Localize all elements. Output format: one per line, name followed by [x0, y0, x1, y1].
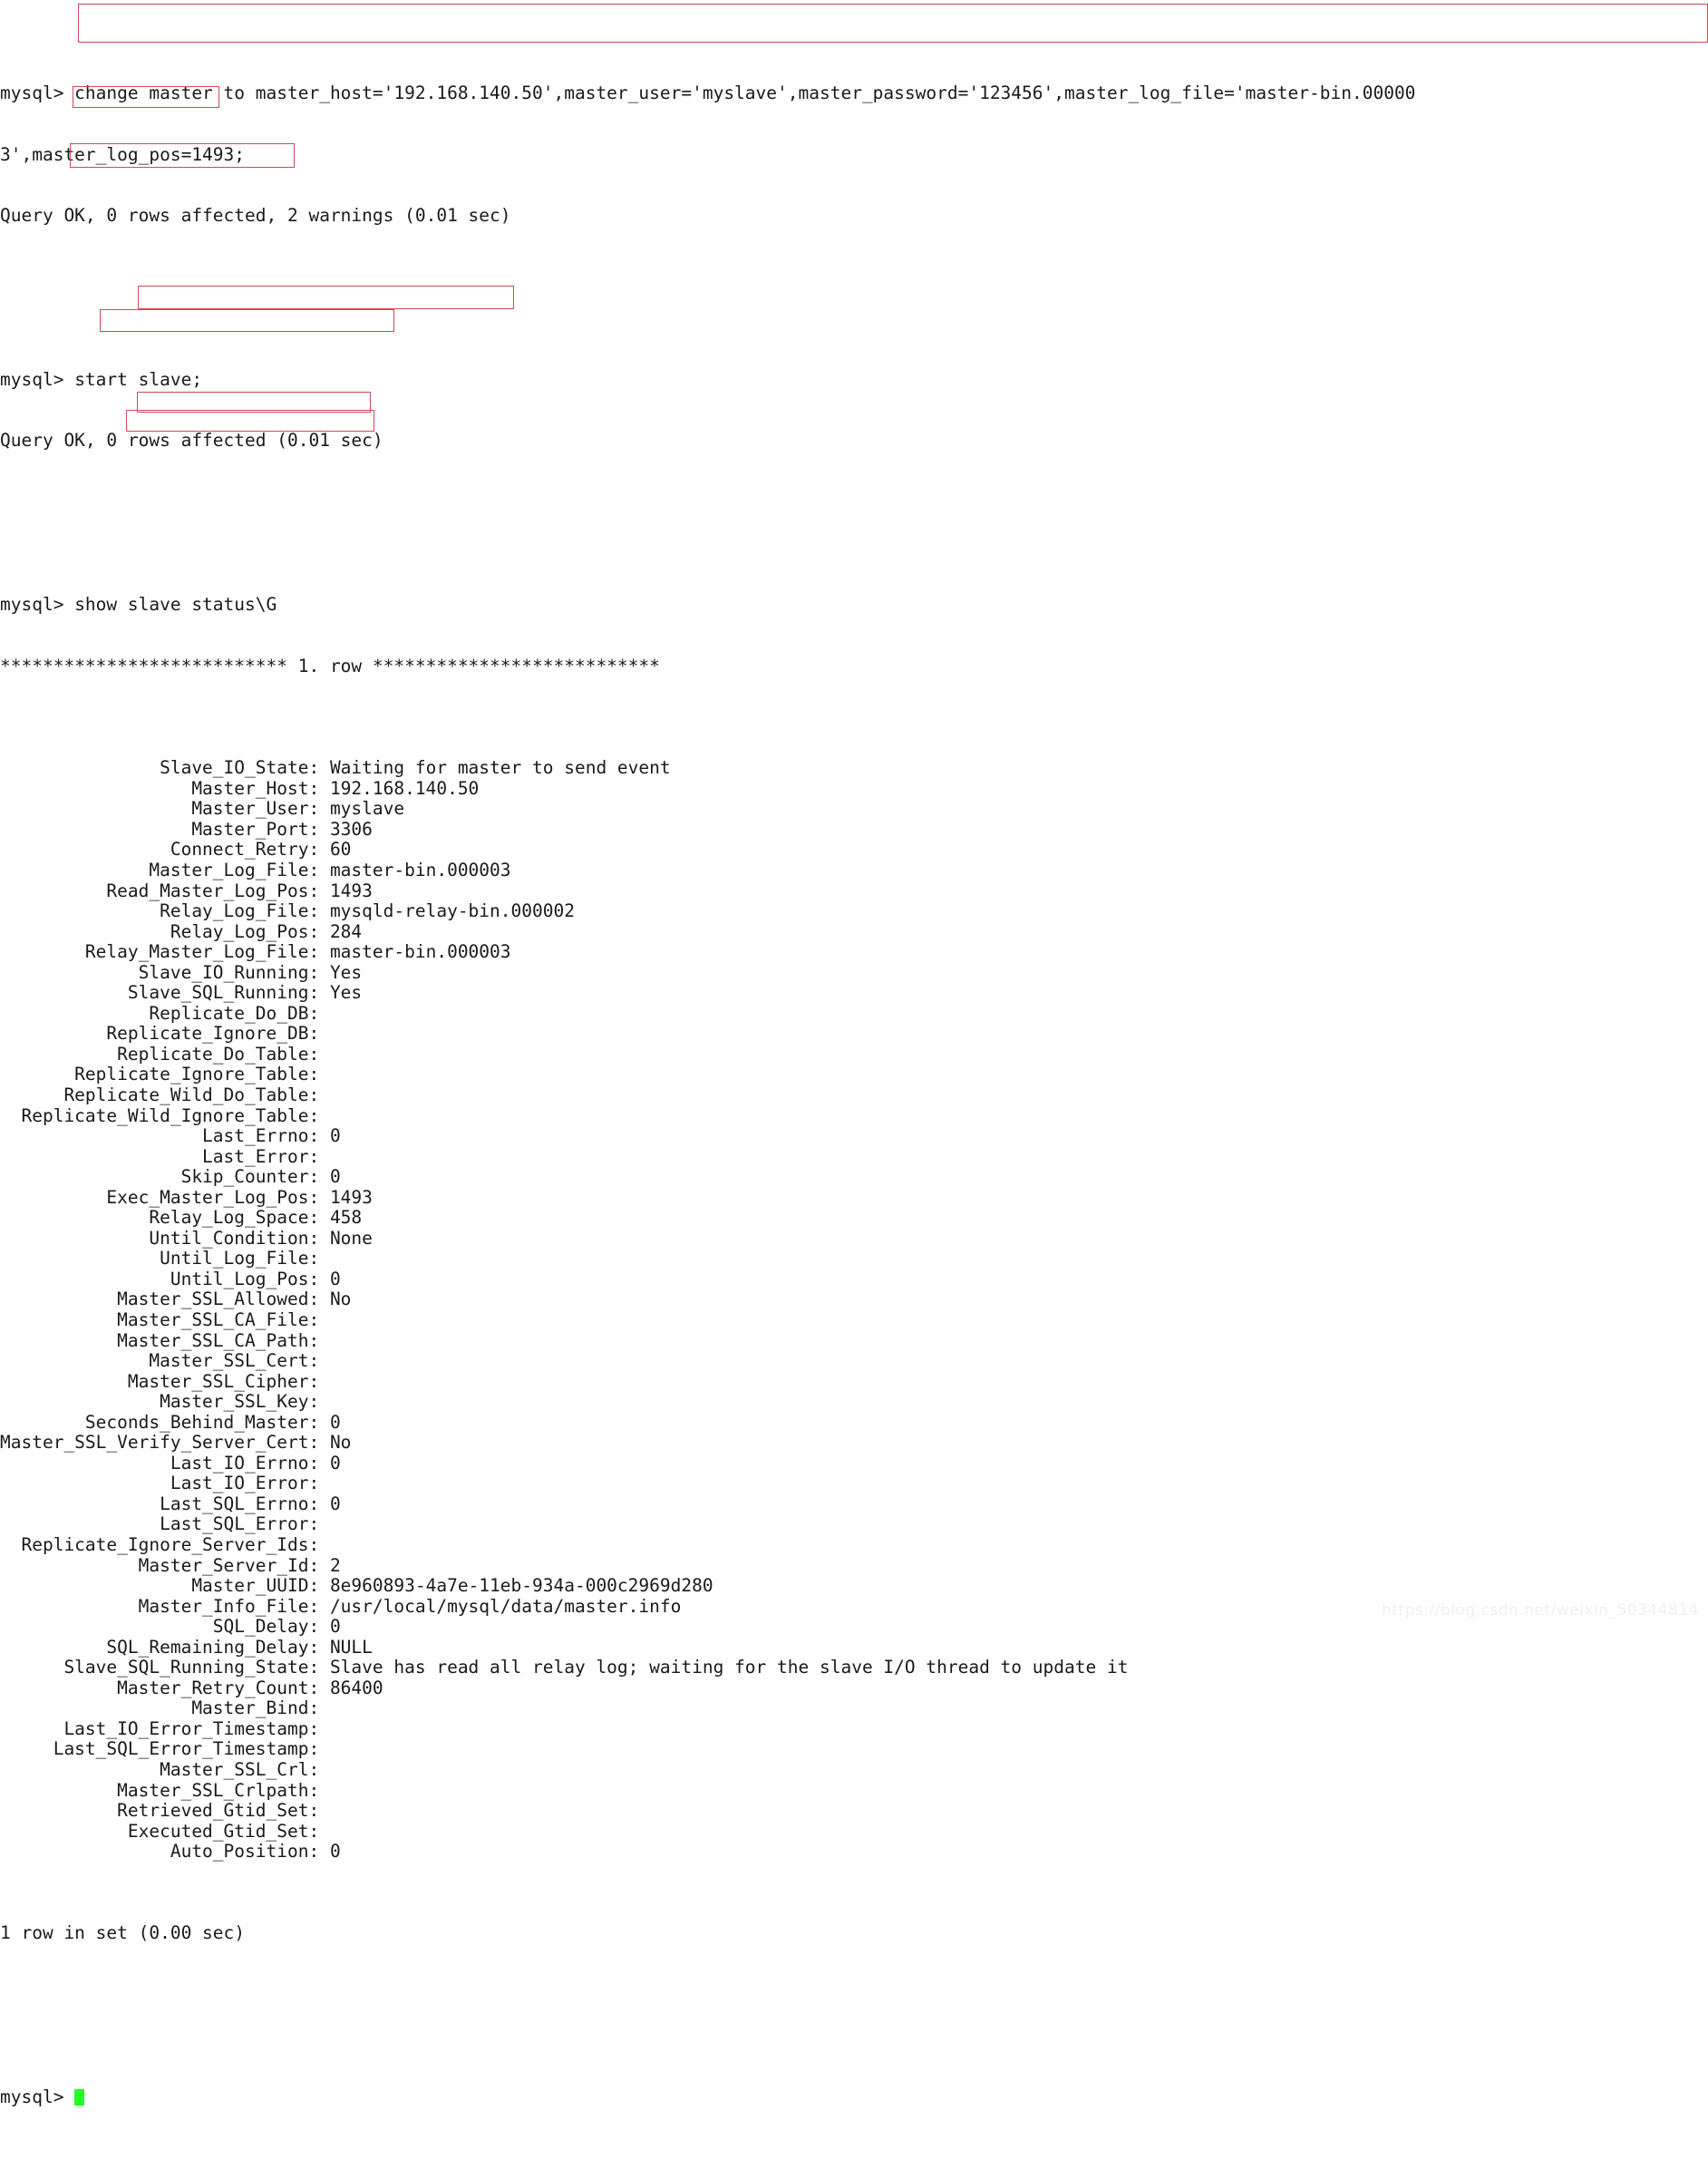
status-field-slave-sql-running: Slave_SQL_Running: Yes — [0, 982, 363, 1004]
annotation-box-change-master-command — [78, 4, 1708, 43]
status-field-until-log-pos: Until_Log_Pos: 0 — [0, 1268, 341, 1289]
status-field-until-condition: Until_Condition: None — [0, 1227, 373, 1249]
command-line-start-slave: mysql> start slave; — [0, 368, 1708, 391]
status-field-last-error: Last_Error: — [0, 1145, 320, 1167]
status-field-seconds-behind-master: Seconds_Behind_Master: 0 — [0, 1411, 341, 1433]
status-field-master-ssl-crlpath: Master_SSL_Crlpath: — [0, 1779, 320, 1801]
status-field-relay-log-space: Relay_Log_Space: 458 — [0, 1207, 363, 1229]
terminal-window[interactable]: mysql> change master to master_host='192… — [0, 0, 1708, 2107]
status-field-master-port: Master_Port: 3306 — [0, 818, 373, 840]
status-field-sql-remaining-delay: SQL_Remaining_Delay: NULL — [0, 1636, 373, 1658]
command-line-change-master-wrap: 3',master_log_pos=1493; — [0, 143, 246, 165]
status-field-master-ssl-allowed: Master_SSL_Allowed: No — [0, 1289, 352, 1310]
slave-status-field-list: Slave_IO_State: Waiting for master to se… — [0, 758, 1708, 1863]
status-field-last-io-error: Last_IO_Error: — [0, 1473, 320, 1494]
status-field-slave-sql-running-state: Slave_SQL_Running_State: Slave has read … — [0, 1657, 1129, 1678]
status-field-master-retry-count: Master_Retry_Count: 86400 — [0, 1677, 383, 1698]
status-field-replicate-ignore-table: Replicate_Ignore_Table: — [0, 1064, 320, 1085]
status-field-last-io-error-timestamp: Last_IO_Error_Timestamp: — [0, 1717, 320, 1739]
status-field-replicate-ignore-db: Replicate_Ignore_DB: — [0, 1023, 320, 1045]
status-field-master-log-file: Master_Log_File: master-bin.000003 — [0, 859, 511, 880]
status-field-master-bind: Master_Bind: — [0, 1697, 320, 1719]
status-field-last-sql-error: Last_SQL_Error: — [0, 1513, 320, 1535]
annotation-box-read-master-log-pos-field — [100, 309, 394, 332]
status-field-skip-counter: Skip_Counter: 0 — [0, 1166, 341, 1188]
status-field-relay-master-log-file: Relay_Master_Log_File: master-bin.000003 — [0, 941, 511, 963]
status-field-master-ssl-cipher: Master_SSL_Cipher: — [0, 1370, 320, 1392]
status-field-master-ssl-ca-path: Master_SSL_CA_Path: — [0, 1329, 320, 1351]
status-field-master-ssl-verify-server-cert: Master_SSL_Verify_Server_Cert: No — [0, 1432, 352, 1454]
status-field-relay-log-file: Relay_Log_File: mysqld-relay-bin.000002 — [0, 900, 575, 922]
status-field-last-sql-error-timestamp: Last_SQL_Error_Timestamp: — [0, 1738, 320, 1760]
status-field-replicate-ignore-server-ids: Replicate_Ignore_Server_Ids: — [0, 1534, 320, 1556]
show-slave-status-text: show slave status\G — [74, 593, 277, 615]
status-field-retrieved-gtid-set: Retrieved_Gtid_Set: — [0, 1800, 320, 1822]
status-field-replicate-wild-do-table: Replicate_Wild_Do_Table: — [0, 1084, 320, 1105]
status-field-replicate-do-db: Replicate_Do_DB: — [0, 1002, 320, 1024]
status-field-read-master-log-pos: Read_Master_Log_Pos: 1493 — [0, 880, 373, 901]
status-field-master-ssl-ca-file: Master_SSL_CA_File: — [0, 1309, 320, 1330]
status-field-last-errno: Last_Errno: 0 — [0, 1125, 341, 1147]
command-line-change-master: mysql> change master to master_host='192… — [0, 83, 1416, 104]
status-field-master-host: Master_Host: 192.168.140.50 — [0, 777, 480, 799]
status-field-last-io-errno: Last_IO_Errno: 0 — [0, 1452, 341, 1474]
status-field-master-uuid: Master_UUID: 8e960893-4a7e-11eb-934a-000… — [0, 1575, 713, 1597]
status-field-master-ssl-crl: Master_SSL_Crl: — [0, 1759, 320, 1781]
status-field-connect-retry: Connect_Retry: 60 — [0, 839, 352, 861]
watermark: https://blog.csdn.net/weixin_50344814 — [1381, 1601, 1699, 1620]
start-slave-text: start slave; — [74, 368, 203, 390]
row-count-footer: 1 row in set (0.00 sec) — [0, 1922, 246, 1944]
prompt: mysql> — [0, 368, 75, 390]
status-field-master-ssl-cert: Master_SSL_Cert: — [0, 1350, 320, 1372]
annotation-box-slave-sql-running-field — [126, 410, 374, 432]
status-field-executed-gtid-set: Executed_Gtid_Set: — [0, 1820, 320, 1842]
prompt: mysql> — [0, 2086, 75, 2107]
status-field-relay-log-pos: Relay_Log_Pos: 284 — [0, 920, 363, 942]
status-field-master-ssl-key: Master_SSL_Key: — [0, 1391, 320, 1413]
command-line-show-slave-status: mysql> show slave status\G — [0, 593, 1708, 616]
status-field-last-sql-errno: Last_SQL_Errno: 0 — [0, 1493, 341, 1514]
status-field-replicate-do-table: Replicate_Do_Table: — [0, 1043, 320, 1065]
annotation-box-master-log-file-field — [138, 286, 514, 309]
status-field-auto-position: Auto_Position: 0 — [0, 1841, 341, 1863]
status-field-until-log-file: Until_Log_File: — [0, 1248, 320, 1269]
row-separator-header: *************************** 1. row *****… — [0, 655, 660, 676]
status-field-replicate-wild-ignore-table: Replicate_Wild_Ignore_Table: — [0, 1104, 320, 1126]
status-field-slave-io-running: Slave_IO_Running: Yes — [0, 961, 363, 983]
annotation-box-slave-io-running-field — [137, 392, 371, 413]
status-field-master-server-id: Master_Server_Id: 2 — [0, 1554, 341, 1576]
prompt: mysql> — [0, 593, 75, 615]
final-prompt-line: mysql> — [0, 2086, 1708, 2108]
status-field-master-user: Master_User: myslave — [0, 798, 405, 820]
status-field-slave-io-state: Slave_IO_State: Waiting for master to se… — [0, 757, 671, 779]
cursor-block — [74, 2088, 85, 2106]
result-change-master: Query OK, 0 rows affected, 2 warnings (0… — [0, 205, 511, 227]
status-field-exec-master-log-pos: Exec_Master_Log_Pos: 1493 — [0, 1186, 373, 1208]
result-start-slave: Query OK, 0 rows affected (0.01 sec) — [0, 430, 383, 452]
